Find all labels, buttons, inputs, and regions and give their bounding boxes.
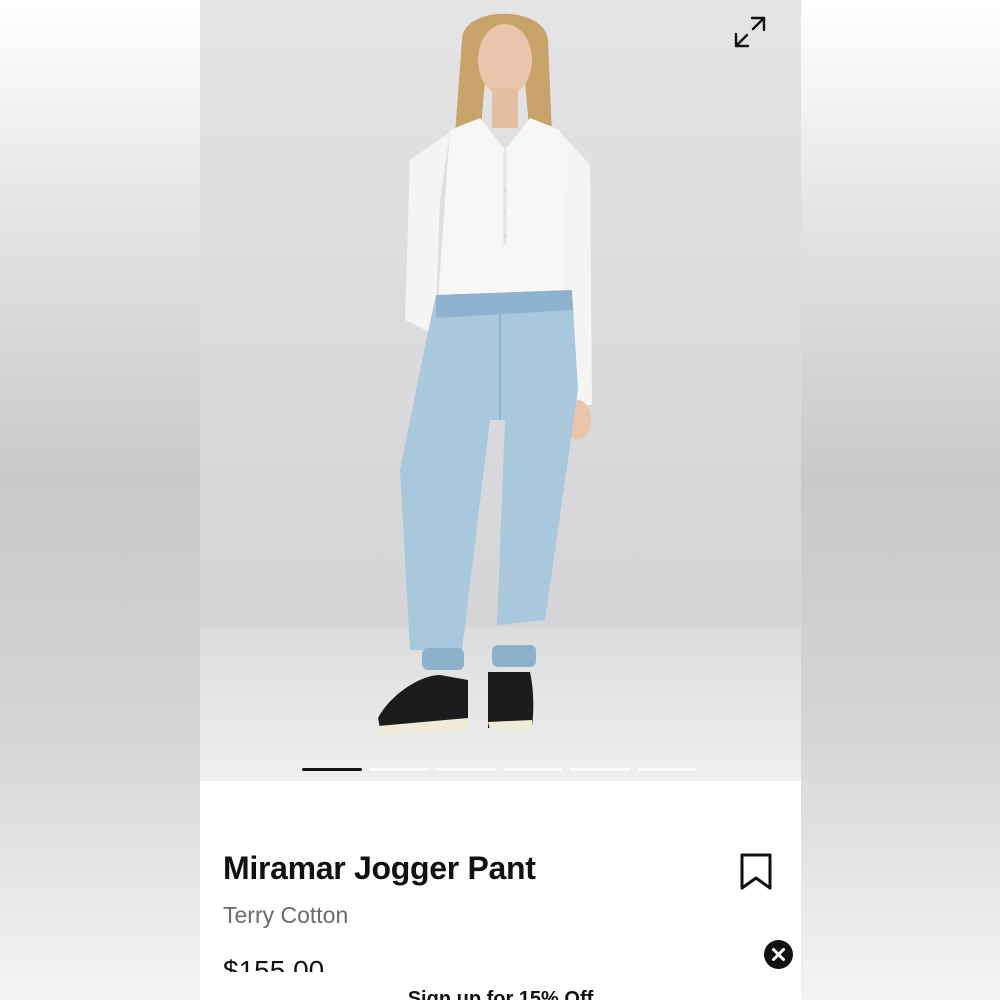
gallery-dot[interactable] (503, 768, 563, 771)
product-title: Miramar Jogger Pant (223, 850, 536, 886)
product-material: Terry Cotton (223, 902, 349, 928)
gallery-pagination (302, 768, 697, 771)
expand-arrows-icon[interactable] (732, 14, 768, 50)
bookmark-icon[interactable] (738, 852, 774, 892)
close-icon-glyph (772, 948, 785, 961)
gallery-dot[interactable] (436, 768, 496, 771)
promo-banner-text[interactable]: Sign up for 15% Off (200, 986, 801, 1000)
gallery-dot[interactable] (369, 768, 429, 771)
product-page: Miramar Jogger Pant Terry Cotton $155.00… (200, 0, 801, 1000)
expand-arrows-icon-glyph (734, 16, 766, 48)
blurred-background-right (800, 0, 1000, 1000)
gallery-dot[interactable] (637, 768, 697, 771)
bookmark-icon-glyph (740, 853, 772, 890)
gallery-dot[interactable] (302, 768, 362, 771)
gallery-dot[interactable] (570, 768, 630, 771)
product-image[interactable] (200, 0, 801, 781)
model-figure (378, 13, 592, 734)
blurred-background-left (0, 0, 200, 1000)
close-circle-icon[interactable] (764, 940, 793, 969)
product-price: $155.00 (223, 955, 325, 972)
